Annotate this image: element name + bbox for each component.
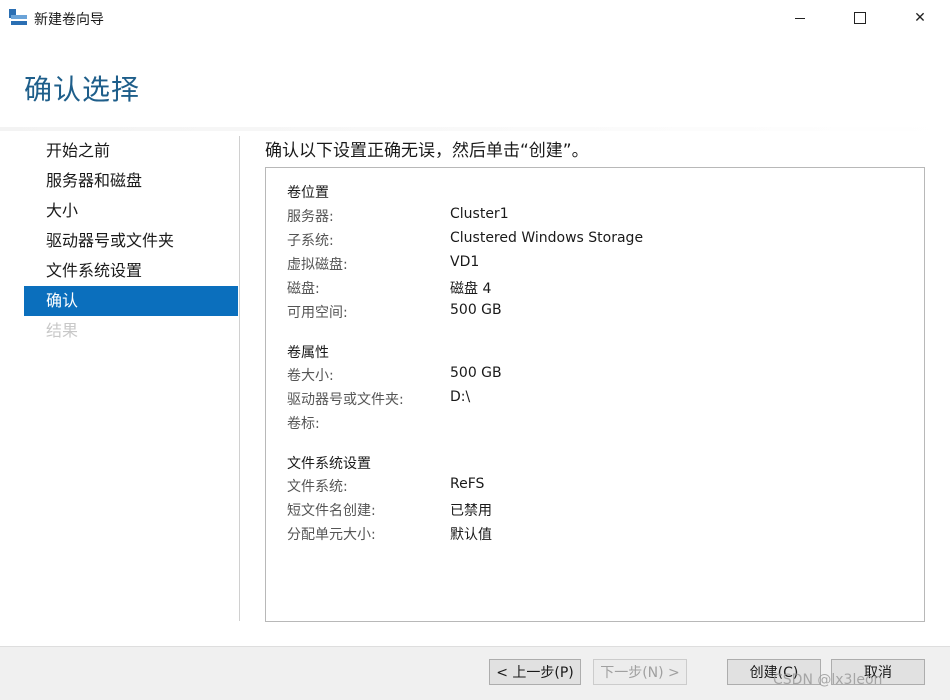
- title-bar: 新建卷向导 ✕: [0, 0, 950, 36]
- page-title: 确认选择: [24, 73, 141, 106]
- nav-item-server-and-disk[interactable]: 服务器和磁盘: [24, 166, 238, 196]
- label-free-space: 可用空间:: [287, 305, 348, 321]
- instruction-text: 确认以下设置正确无误，然后单击“创建”。: [265, 141, 589, 161]
- close-button[interactable]: ✕: [892, 0, 948, 36]
- nav-item-size[interactable]: 大小: [24, 196, 238, 226]
- value-free-space: 500 GB: [450, 302, 502, 318]
- nav-item-drive-letter[interactable]: 驱动器号或文件夹: [24, 226, 238, 256]
- value-subsystem: Clustered Windows Storage: [450, 230, 644, 246]
- header-divider: [0, 127, 950, 131]
- window-title: 新建卷向导: [34, 12, 104, 28]
- nav-item-results: 结果: [46, 321, 79, 340]
- nav-item-confirmation[interactable]: 确认: [24, 286, 238, 316]
- value-drive-letter: D:\: [450, 389, 471, 405]
- value-short-file-names: 已禁用: [450, 503, 492, 519]
- label-file-system: 文件系统:: [287, 479, 348, 495]
- value-virtual-disk: VD1: [450, 254, 480, 270]
- value-volume-size: 500 GB: [450, 365, 502, 381]
- label-disk: 磁盘:: [287, 281, 320, 297]
- label-short-file-names: 短文件名创建:: [287, 503, 376, 519]
- section-heading-volume-location: 卷位置: [287, 185, 329, 201]
- minimize-icon: [795, 17, 805, 19]
- label-virtual-disk: 虚拟磁盘:: [287, 257, 348, 273]
- wizard-nav: 开始之前 服务器和磁盘 大小 驱动器号或文件夹 文件系统设置 确认 结果: [24, 136, 238, 346]
- nav-divider: [239, 136, 240, 621]
- value-disk: 磁盘 4: [450, 281, 492, 297]
- close-icon: ✕: [914, 10, 926, 26]
- section-heading-filesystem-settings: 文件系统设置: [287, 456, 371, 472]
- minimize-button[interactable]: [772, 0, 828, 36]
- value-file-system: ReFS: [450, 476, 485, 492]
- label-volume-size: 卷大小:: [287, 368, 334, 384]
- previous-button[interactable]: < 上一步(P): [489, 659, 581, 685]
- header-area: [0, 36, 950, 131]
- section-heading-volume-properties: 卷属性: [287, 345, 329, 361]
- maximize-button[interactable]: [832, 0, 888, 36]
- label-drive-letter: 驱动器号或文件夹:: [287, 392, 404, 408]
- label-subsystem: 子系统:: [287, 233, 334, 249]
- label-server: 服务器:: [287, 209, 334, 225]
- value-server: Cluster1: [450, 206, 509, 222]
- nav-item-filesystem-settings[interactable]: 文件系统设置: [24, 256, 238, 286]
- next-button: 下一步(N) >: [593, 659, 687, 685]
- app-icon: [9, 9, 27, 25]
- nav-item-before-you-begin[interactable]: 开始之前: [24, 136, 238, 166]
- maximize-icon: [854, 12, 866, 24]
- value-allocation-unit-size: 默认值: [450, 527, 492, 543]
- label-allocation-unit-size: 分配单元大小:: [287, 527, 376, 543]
- watermark: CSDN @lx3leon: [773, 672, 883, 688]
- confirmation-summary[interactable]: 卷位置 服务器: Cluster1 子系统: Clustered Windows…: [265, 167, 925, 622]
- label-volume-label: 卷标:: [287, 416, 320, 432]
